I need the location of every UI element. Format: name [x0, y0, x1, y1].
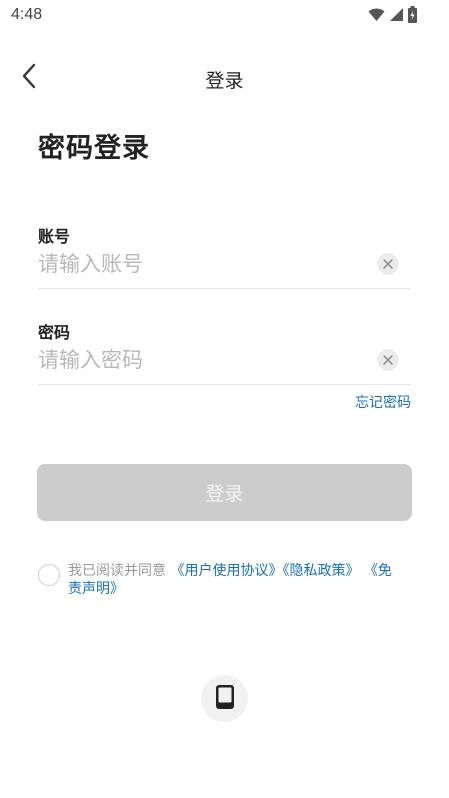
password-clear-button[interactable]	[377, 349, 399, 371]
user-agreement-link[interactable]: 《用户使用协议》	[170, 563, 282, 579]
agreement-text: 我已阅读并同意 《用户使用协议》《隐私政策》 《免责声明》	[68, 562, 398, 598]
nav-title: 登录	[205, 70, 244, 92]
battery-icon	[408, 6, 417, 27]
close-icon	[382, 351, 394, 370]
status-icons	[368, 6, 417, 27]
account-input[interactable]	[38, 244, 368, 284]
signal-icon	[389, 7, 404, 26]
status-time: 4:48	[11, 6, 43, 23]
login-button[interactable]: 登录	[37, 464, 412, 521]
password-input[interactable]	[38, 340, 368, 380]
device-login-button[interactable]	[201, 675, 248, 722]
tablet-icon	[215, 684, 235, 714]
account-clear-button[interactable]	[377, 253, 399, 275]
account-field-row	[38, 244, 411, 289]
status-bar: 4:48	[0, 0, 449, 32]
page-title: 密码登录	[38, 133, 150, 164]
nav-bar: 登录	[0, 56, 449, 100]
forgot-password-link[interactable]: 忘记密码	[355, 392, 411, 412]
agreement-checkbox[interactable]	[38, 564, 60, 586]
password-field-row	[38, 340, 411, 385]
close-icon	[382, 255, 394, 274]
agreement-prefix: 我已阅读并同意	[68, 563, 166, 579]
privacy-policy-link[interactable]: 《隐私政策》	[282, 563, 359, 579]
wifi-icon	[368, 7, 385, 26]
